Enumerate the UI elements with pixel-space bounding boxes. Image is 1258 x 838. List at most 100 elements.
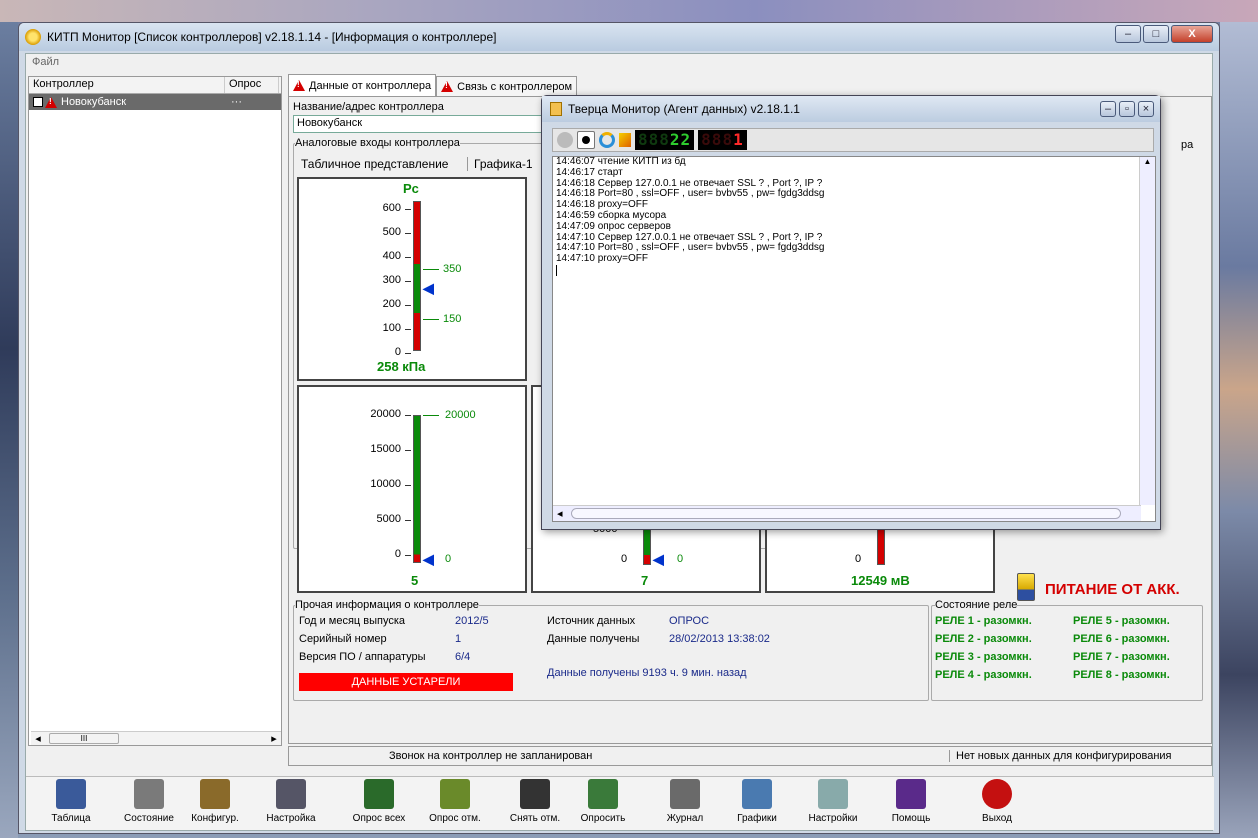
sun-icon [25,29,41,45]
toolbar-button-3[interactable]: Конфигур. [178,779,252,824]
tick-label: 10000 [370,478,401,490]
horizontal-scrollbar[interactable]: ◂ [553,505,1141,521]
maximize-button[interactable]: □ [1143,25,1169,43]
tick-mark [405,520,411,521]
toolbar-button-2[interactable]: Состояние [112,779,186,824]
mark-lo: 0 [445,553,452,565]
gauge-value: 258 кПа [377,359,426,374]
tick-mark [405,555,411,556]
tick-label: 200 [382,298,401,310]
tab-connection[interactable]: Связь с контроллером [436,76,578,96]
tick-label: 20000 [370,408,401,420]
col-poll[interactable]: Опрос [225,77,279,93]
toolbar-label: Состояние [124,813,174,824]
log-line: 14:47:10 proxy=OFF [556,253,648,265]
tab-strip: Данные от контроллера Связь с контроллер… [288,74,578,96]
desktop-left-edge [0,22,18,838]
toolbar-label: Таблица [51,813,91,824]
agent-toolbar: 88822 8881 [552,128,1154,152]
list-item-poll: ··· [231,96,242,108]
toolbar-button-11[interactable]: Настройки [796,779,870,824]
serial-label: Серийный номер [299,633,387,645]
toolbar-icon [276,779,306,809]
gauge-pc: Рс 600 500 400 300 200 100 0 350 150 ◀ 258 кПа [297,177,527,381]
text-cursor [556,264,1155,276]
power-text: ПИТАНИЕ ОТ АКК. [1045,581,1180,598]
mark-hi: 350 [443,263,462,275]
close-button[interactable]: X [1171,25,1213,43]
toolbar-button-10[interactable]: Графики [720,779,794,824]
toolbar-icon [588,779,618,809]
name-field[interactable]: Новокубанск [293,115,553,133]
checkbox[interactable] [33,97,43,107]
tick-label: 500 [382,226,401,238]
toolbar-button-7[interactable]: Снять отм. [498,779,572,824]
tick-label: 400 [382,250,401,262]
tick-mark [405,281,411,282]
relay-8: РЕЛЕ 8 - разомкн. [1073,669,1170,681]
pointer-arrow: ◀ [423,280,434,296]
title-bar[interactable]: КИТП Монитор [Список контроллеров] v2.18… [19,23,1219,51]
agent-minimize-button[interactable]: – [1100,101,1116,117]
toolbar-button-12[interactable]: Помощь [874,779,948,824]
subtab-graphics[interactable]: Графика-1 [467,157,533,171]
agent-title-bar[interactable]: Тверца Монитор (Агент данных) v2.18.1.1 … [542,96,1160,122]
agent-icon [550,102,562,116]
source-value: ОПРОС [669,615,710,627]
gauge-value: 7 [641,573,649,588]
tick-label: 600 [382,202,401,214]
toolbar-label: Опрос отм. [429,813,481,824]
toolbar-button-8[interactable]: Опросить [566,779,640,824]
analog-legend: Аналоговые входы контроллера [295,137,460,149]
toolbar-label: Опрос всех [352,813,406,824]
tick-mark [405,415,411,416]
gauge-value: 12549 мВ [851,573,910,588]
gauge-bar [413,415,421,563]
toolbar-button-4[interactable]: Настройка [254,779,328,824]
col-controller[interactable]: Контроллер [29,77,225,93]
list-item[interactable]: Новокубанск ··· [29,94,281,110]
menu-file[interactable]: Файл [32,56,59,68]
pointer-arrow: ◀ [423,551,434,567]
mark-hi: 20000 [445,409,476,421]
vertical-scrollbar[interactable]: ▲ [1139,157,1155,505]
pencil-icon[interactable] [619,133,631,147]
tick-label: 5000 [376,513,401,525]
tab-controller-data[interactable]: Данные от контроллера [288,74,437,96]
tick-label: 0 [394,346,401,358]
gauge-2: 20000 15000 10000 5000 0 20000 0 ◀ 5 [297,385,527,593]
name-label: Название/адрес контроллера [293,101,444,113]
edge-text: ра [1181,139,1194,151]
agent-log[interactable]: 14:46:07 чтение КИТП из бд 14:46:17 старт… [552,156,1156,522]
refresh-icon[interactable] [599,132,615,148]
tick-label: 100 [382,322,401,334]
toolbar-label: Графики [737,813,777,824]
toolbar-button-5[interactable]: Опрос всех [342,779,416,824]
battery-icon [1017,573,1035,601]
warning-icon [441,81,454,92]
toolbar-button-9[interactable]: Журнал [648,779,722,824]
tick-mark [405,257,411,258]
log-line: 14:47:09 опрос серверов [556,220,671,232]
horizontal-scrollbar[interactable]: ◂ III ▸ [31,731,281,745]
agent-maximize-button[interactable]: ▫ [1119,101,1135,117]
status-left: Звонок на контроллер не запланирован [389,750,593,762]
subtab-table[interactable]: Табличное представление [301,157,448,171]
toolbar-button-13[interactable]: Выход [960,779,1034,824]
counter-red: 8881 [698,130,747,150]
gauge-bar [413,201,421,351]
pointer-arrow: ◀ [653,551,664,567]
toolbar-button-1[interactable]: Таблица [34,779,108,824]
toolbar-button-6[interactable]: Опрос отм. [418,779,492,824]
minimize-button[interactable]: – [1115,25,1141,43]
stop-icon[interactable] [577,131,595,149]
controller-list: Контроллер Опрос Новокубанск ··· ◂ III ▸ [28,76,282,746]
version-value: 6/4 [455,651,471,663]
received-value: 28/02/2013 13:38:02 [669,633,770,645]
gear-icon[interactable] [557,132,573,148]
agent-close-button[interactable]: × [1138,101,1154,117]
other-legend: Прочая информация о контроллере [295,599,479,611]
toolbar-label: Настройка [266,813,316,824]
counter-green: 88822 [635,130,695,150]
scroll-thumb[interactable]: III [49,733,119,744]
